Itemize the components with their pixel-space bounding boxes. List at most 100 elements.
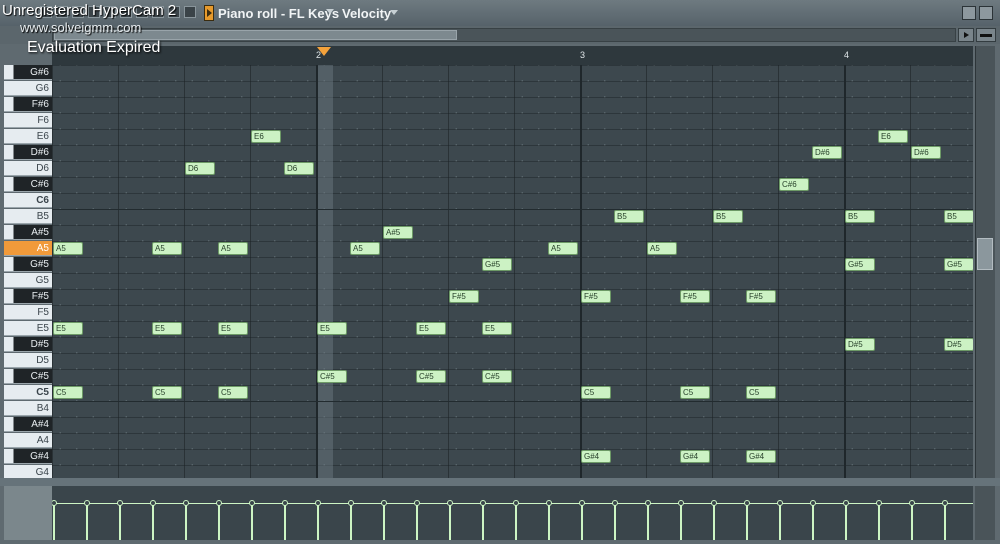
velocity-handle[interactable]: [612, 500, 618, 506]
piano-key[interactable]: C5: [4, 385, 52, 400]
chevron-down-icon[interactable]: [390, 10, 398, 15]
velocity-handle[interactable]: [348, 500, 354, 506]
menu-icon[interactable]: [976, 28, 996, 42]
piano-key[interactable]: E5: [4, 321, 52, 336]
velocity-handle[interactable]: [381, 500, 387, 506]
velocity-handle[interactable]: [150, 500, 156, 506]
velocity-editor[interactable]: [52, 486, 973, 540]
note-block[interactable]: C#5: [482, 370, 512, 383]
velocity-handle[interactable]: [909, 500, 915, 506]
velocity-stem[interactable]: [779, 503, 781, 540]
velocity-stem[interactable]: [350, 503, 352, 540]
velocity-handle[interactable]: [447, 500, 453, 506]
note-block[interactable]: C5: [152, 386, 182, 399]
velocity-handle[interactable]: [942, 500, 948, 506]
velocity-handle[interactable]: [315, 500, 321, 506]
note-block[interactable]: C#6: [779, 178, 809, 191]
piano-key[interactable]: G#5: [4, 257, 52, 272]
velocity-stem[interactable]: [383, 503, 385, 540]
note-block[interactable]: A5: [647, 242, 677, 255]
velocity-stem[interactable]: [515, 503, 517, 540]
piano-key[interactable]: F6: [4, 113, 52, 128]
velocity-handle[interactable]: [711, 500, 717, 506]
velocity-stem[interactable]: [53, 503, 55, 540]
velocity-handle[interactable]: [777, 500, 783, 506]
note-block[interactable]: B5: [713, 210, 743, 223]
velocity-handle[interactable]: [876, 500, 882, 506]
note-block[interactable]: G#4: [581, 450, 611, 463]
velocity-stem[interactable]: [548, 503, 550, 540]
note-grid[interactable]: A5 E5 C5 A5 E5 C5 D6 A5 E5 C5 E6 D6 E5 C#5 A5 A#5 E5 C#5 F…: [52, 65, 973, 478]
velocity-stem[interactable]: [251, 503, 253, 540]
velocity-handle[interactable]: [117, 500, 123, 506]
note-block[interactable]: E6: [251, 130, 281, 143]
note-block[interactable]: D6: [185, 162, 215, 175]
velocity-handle[interactable]: [843, 500, 849, 506]
note-block[interactable]: A5: [53, 242, 83, 255]
note-block[interactable]: D6: [284, 162, 314, 175]
velocity-stem[interactable]: [218, 503, 220, 540]
piano-key[interactable]: C6: [4, 193, 52, 208]
note-block[interactable]: A5: [350, 242, 380, 255]
velocity-handle[interactable]: [645, 500, 651, 506]
piano-key[interactable]: G5: [4, 273, 52, 288]
note-block[interactable]: G#4: [746, 450, 776, 463]
chevron-down-icon[interactable]: [326, 9, 334, 14]
velocity-stem[interactable]: [119, 503, 121, 540]
piano-key[interactable]: G#6: [4, 65, 52, 80]
piano-key[interactable]: F#6: [4, 97, 52, 112]
note-block[interactable]: F#5: [680, 290, 710, 303]
velocity-handle[interactable]: [744, 500, 750, 506]
note-block[interactable]: B5: [845, 210, 875, 223]
velocity-handle[interactable]: [513, 500, 519, 506]
velocity-handle[interactable]: [480, 500, 486, 506]
scroll-right-icon[interactable]: [958, 28, 974, 42]
piano-key[interactable]: B4: [4, 401, 52, 416]
piano-key[interactable]: G4: [4, 465, 52, 478]
note-block[interactable]: D#5: [944, 338, 973, 351]
note-block[interactable]: A#5: [383, 226, 413, 239]
note-block[interactable]: C5: [218, 386, 248, 399]
note-block[interactable]: C5: [746, 386, 776, 399]
velocity-handle[interactable]: [414, 500, 420, 506]
note-block[interactable]: C5: [581, 386, 611, 399]
velocity-stem[interactable]: [845, 503, 847, 540]
velocity-handle[interactable]: [579, 500, 585, 506]
note-block[interactable]: G#4: [680, 450, 710, 463]
note-block[interactable]: E5: [53, 322, 83, 335]
velocity-stem[interactable]: [86, 503, 88, 540]
piano-key[interactable]: A#4: [4, 417, 52, 432]
note-block[interactable]: E5: [317, 322, 347, 335]
piano-key[interactable]: C#5: [4, 369, 52, 384]
panel-divider[interactable]: [0, 478, 1000, 486]
velocity-stem[interactable]: [680, 503, 682, 540]
parameter-selector[interactable]: Velocity: [342, 6, 391, 21]
note-block[interactable]: D#5: [845, 338, 875, 351]
toolbar-icon[interactable]: [184, 6, 196, 18]
note-block[interactable]: E5: [152, 322, 182, 335]
note-block[interactable]: C5: [53, 386, 83, 399]
velocity-stem[interactable]: [317, 503, 319, 540]
piano-key[interactable]: F#5: [4, 289, 52, 304]
piano-key[interactable]: D6: [4, 161, 52, 176]
note-block[interactable]: E6: [878, 130, 908, 143]
note-block[interactable]: G#5: [944, 258, 973, 271]
note-block[interactable]: F#5: [746, 290, 776, 303]
velocity-stem[interactable]: [284, 503, 286, 540]
velocity-stem[interactable]: [746, 503, 748, 540]
note-block[interactable]: E5: [416, 322, 446, 335]
event-scrollbar[interactable]: [975, 486, 995, 540]
velocity-handle[interactable]: [546, 500, 552, 506]
velocity-stem[interactable]: [581, 503, 583, 540]
note-block[interactable]: A5: [152, 242, 182, 255]
velocity-handle[interactable]: [810, 500, 816, 506]
velocity-stem[interactable]: [878, 503, 880, 540]
velocity-stem[interactable]: [812, 503, 814, 540]
velocity-stem[interactable]: [944, 503, 946, 540]
note-block[interactable]: C#5: [317, 370, 347, 383]
note-block[interactable]: F#5: [449, 290, 479, 303]
velocity-stem[interactable]: [416, 503, 418, 540]
menu-arrow-icon[interactable]: [204, 5, 214, 21]
piano-key[interactable]: B5: [4, 209, 52, 224]
velocity-stem[interactable]: [152, 503, 154, 540]
